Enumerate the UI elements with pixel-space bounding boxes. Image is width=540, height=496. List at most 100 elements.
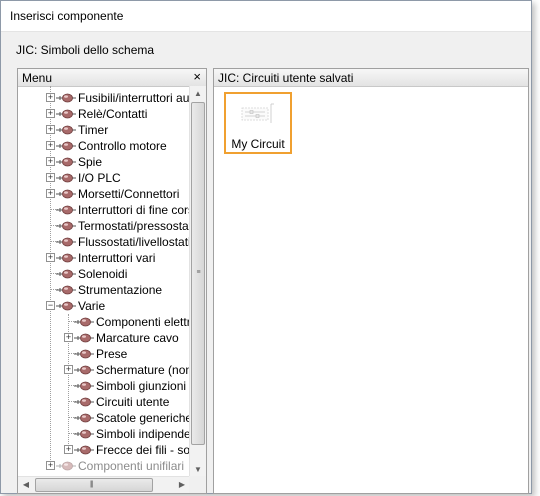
component-symbol-icon: [56, 173, 76, 183]
tree-item-label: Prese: [96, 347, 128, 361]
schematic-library-label: JIC: Simboli dello schema: [16, 43, 155, 57]
tree-item-componenti-elettron[interactable]: Componenti elettron: [18, 314, 190, 330]
tree-item-solenoidi[interactable]: Solenoidi: [18, 266, 190, 282]
expand-icon[interactable]: +: [46, 189, 55, 198]
tree-item-rel-contatti[interactable]: + Relè/Contatti: [18, 106, 190, 122]
component-symbol-icon: [74, 349, 94, 359]
tree-item-scatole-generiche[interactable]: Scatole generiche: [18, 410, 190, 426]
expand-icon[interactable]: +: [46, 141, 55, 150]
tree-item-label: Interruttori di fine corsa: [78, 203, 190, 217]
component-symbol-icon: [74, 445, 94, 455]
menu-tree: + Fusibili/interruttori autor + Relè/Contat…: [18, 86, 190, 478]
vertical-scroll-thumb[interactable]: ≡: [191, 102, 205, 445]
tree-item-fusibili-interruttori-autor[interactable]: + Fusibili/interruttori autor: [18, 90, 190, 106]
tree-item-controllo-motore[interactable]: + Controllo motore: [18, 138, 190, 154]
scroll-corner: [189, 476, 206, 493]
tree-item-label: Flussostati/livellostati: [78, 235, 190, 249]
component-symbol-icon: [56, 237, 76, 247]
component-symbol-icon: [56, 205, 76, 215]
menu-panel: Menu × + Fusibili/interruttori autor + Relè…: [17, 68, 207, 494]
circuit-tile-label: My Circuit: [231, 137, 285, 151]
tree-item-varie[interactable]: − Varie: [18, 298, 190, 314]
tree-item-label: Morsetti/Connettori: [78, 187, 180, 201]
tree-item-label: Controllo motore: [78, 139, 167, 153]
tree-item-label: Relè/Contatti: [78, 107, 148, 121]
component-symbol-icon: [56, 109, 76, 119]
tree-item-strumentazione[interactable]: Strumentazione: [18, 282, 190, 298]
tree-item-label: Frecce dei fili - solo: [96, 443, 190, 457]
tree-item-spie[interactable]: + Spie: [18, 154, 190, 170]
expand-icon[interactable]: +: [46, 109, 55, 118]
tree-item-label: Fusibili/interruttori autor: [78, 91, 190, 105]
tree-item-componenti-unifilari[interactable]: + Componenti unifilari: [18, 458, 190, 474]
tree-item-i-o-plc[interactable]: + I/O PLC: [18, 170, 190, 186]
grip-icon: ≡: [196, 269, 201, 276]
component-symbol-icon: [74, 333, 94, 343]
tree-item-schermature-non-in[interactable]: + Schermature (non in: [18, 362, 190, 378]
tree-item-interruttori-vari[interactable]: + Interruttori vari: [18, 250, 190, 266]
arrow-left-icon[interactable]: ◀: [18, 477, 34, 493]
tree-item-simboli-indipendent[interactable]: Simboli indipendent: [18, 426, 190, 442]
vertical-scrollbar[interactable]: ▲ ≡ ▼: [189, 86, 206, 478]
collapse-icon[interactable]: −: [46, 301, 55, 310]
expand-icon[interactable]: +: [64, 333, 73, 342]
horizontal-scrollbar[interactable]: ◀ ||| ▶: [18, 476, 190, 493]
tree-item-label: Simboli indipendent: [96, 427, 190, 441]
expand-icon[interactable]: +: [46, 125, 55, 134]
grip-icon: |||: [90, 481, 94, 488]
component-symbol-icon: [74, 381, 94, 391]
tree-item-label: Circuiti utente: [96, 395, 170, 409]
component-symbol-icon: [56, 189, 76, 199]
tree-item-label: Marcature cavo: [96, 331, 179, 345]
horizontal-scroll-thumb[interactable]: |||: [35, 478, 153, 492]
tree-item-termostati-pressostati[interactable]: Termostati/pressostati: [18, 218, 190, 234]
content-header: JIC: Circuiti utente salvati: [214, 69, 528, 87]
expand-icon[interactable]: +: [46, 253, 55, 262]
tree-item-label: Strumentazione: [78, 283, 163, 297]
title-bar: Inserisci componente: [1, 1, 531, 32]
component-symbol-icon: [56, 141, 76, 151]
component-symbol-icon: [56, 221, 76, 231]
tree-item-simboli-giunzioni[interactable]: Simboli giunzioni: [18, 378, 190, 394]
close-icon[interactable]: ×: [193, 69, 201, 84]
component-symbol-icon: [56, 301, 76, 311]
tree-item-morsetti-connettori[interactable]: + Morsetti/Connettori: [18, 186, 190, 202]
component-symbol-icon: [74, 365, 94, 375]
tree-item-prese[interactable]: Prese: [18, 346, 190, 362]
tree-item-label: Schermature (non in: [96, 363, 190, 377]
component-symbol-icon: [74, 317, 94, 327]
component-symbol-icon: [74, 397, 94, 407]
tree-item-timer[interactable]: + Timer: [18, 122, 190, 138]
tree-item-label: Timer: [78, 123, 109, 137]
tree-item-label: Spie: [78, 155, 103, 169]
expand-icon[interactable]: +: [64, 365, 73, 374]
tree-item-label: Componenti elettron: [96, 315, 190, 329]
tree-item-label: Solenoidi: [78, 267, 128, 281]
menu-header: Menu ×: [18, 69, 206, 87]
component-symbol-icon: [56, 253, 76, 263]
circuit-tile[interactable]: My Circuit: [224, 92, 292, 154]
arrow-right-icon[interactable]: ▶: [174, 477, 190, 493]
menu-title: Menu: [22, 71, 53, 85]
insert-component-dialog: Inserisci componente JIC: Simboli dello …: [0, 0, 532, 494]
tree-item-interruttori-di-fine-corsa[interactable]: Interruttori di fine corsa: [18, 202, 190, 218]
tree-item-frecce-dei-fili-solo[interactable]: + Frecce dei fili - solo: [18, 442, 190, 458]
window-title: Inserisci componente: [10, 9, 124, 23]
tree-item-label: I/O PLC: [78, 171, 121, 185]
tree-item-flussostati-livellostati[interactable]: Flussostati/livellostati: [18, 234, 190, 250]
tree-item-label: Simboli giunzioni: [96, 379, 187, 393]
component-symbol-icon: [74, 413, 94, 423]
expand-icon[interactable]: +: [46, 93, 55, 102]
expand-icon[interactable]: +: [46, 461, 55, 470]
expand-icon[interactable]: +: [46, 157, 55, 166]
content-panel: JIC: Circuiti utente salvati My Circuit: [213, 68, 529, 494]
arrow-up-icon[interactable]: ▲: [190, 86, 206, 102]
expand-icon[interactable]: +: [46, 173, 55, 182]
expand-icon[interactable]: +: [64, 445, 73, 454]
tree-item-circuiti-utente[interactable]: Circuiti utente: [18, 394, 190, 410]
component-symbol-icon: [56, 157, 76, 167]
tree-item-marcature-cavo[interactable]: + Marcature cavo: [18, 330, 190, 346]
circuit-thumbnail-icon: [241, 103, 274, 123]
component-symbol-icon: [56, 125, 76, 135]
tree-item-label: Componenti unifilari: [78, 459, 185, 473]
